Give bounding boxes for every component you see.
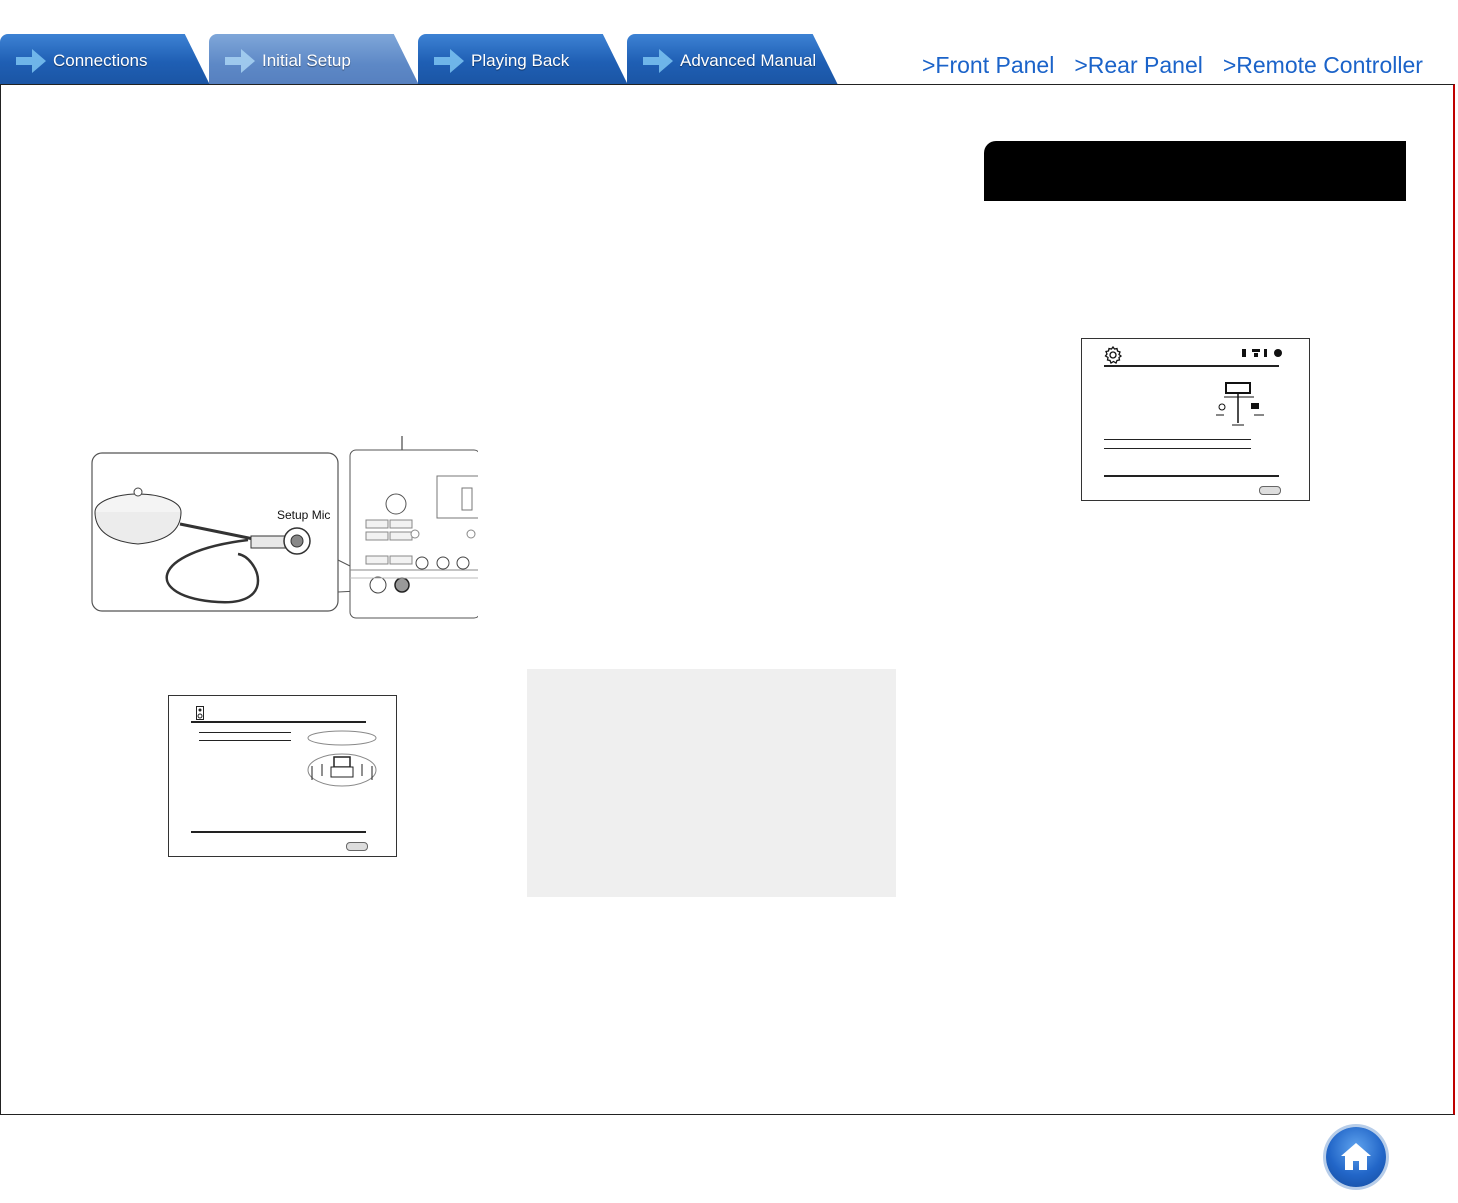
tab-connections[interactable]: Connections: [0, 34, 210, 85]
initial-setup-screen: [1081, 338, 1310, 501]
setup-mic-label: Setup Mic: [277, 508, 331, 522]
tab-label: Connections: [53, 51, 148, 70]
tab-label: Advanced Manual: [680, 51, 817, 70]
tab-playing-back[interactable]: Playing Back: [418, 34, 628, 85]
front-panel-link[interactable]: >Front Panel: [922, 52, 1054, 79]
room-diagram: [307, 730, 377, 787]
speaker-setup-screen: [168, 695, 397, 857]
speaker-icon: [196, 706, 204, 720]
tab-advanced-manual[interactable]: Advanced Manual: [627, 34, 838, 85]
arrow-right-icon: [16, 49, 46, 73]
tab-label: Initial Setup: [262, 51, 351, 70]
tab-initial-setup[interactable]: Initial Setup: [209, 34, 419, 85]
setup-mic-illustration: [91, 436, 478, 619]
gear-icon: [1104, 346, 1122, 364]
connection-diagram: [1216, 382, 1264, 426]
tab-label: Playing Back: [471, 51, 570, 70]
panel-links: >Front Panel >Rear Panel >Remote Control…: [922, 52, 1423, 79]
tab-bar: Connections Initial Setup Playing Back A…: [0, 34, 840, 85]
remote-controller-link[interactable]: >Remote Controller: [1223, 52, 1423, 79]
arrow-right-icon: [643, 49, 673, 73]
rear-panel-link[interactable]: >Rear Panel: [1074, 52, 1203, 79]
home-button[interactable]: [1326, 1127, 1386, 1187]
home-icon: [1341, 1143, 1371, 1170]
status-icons: [1242, 349, 1282, 357]
arrow-right-icon: [434, 49, 464, 73]
arrow-right-icon: [225, 49, 255, 73]
section-heading-bar: [984, 141, 1406, 201]
note-box: [527, 669, 896, 897]
